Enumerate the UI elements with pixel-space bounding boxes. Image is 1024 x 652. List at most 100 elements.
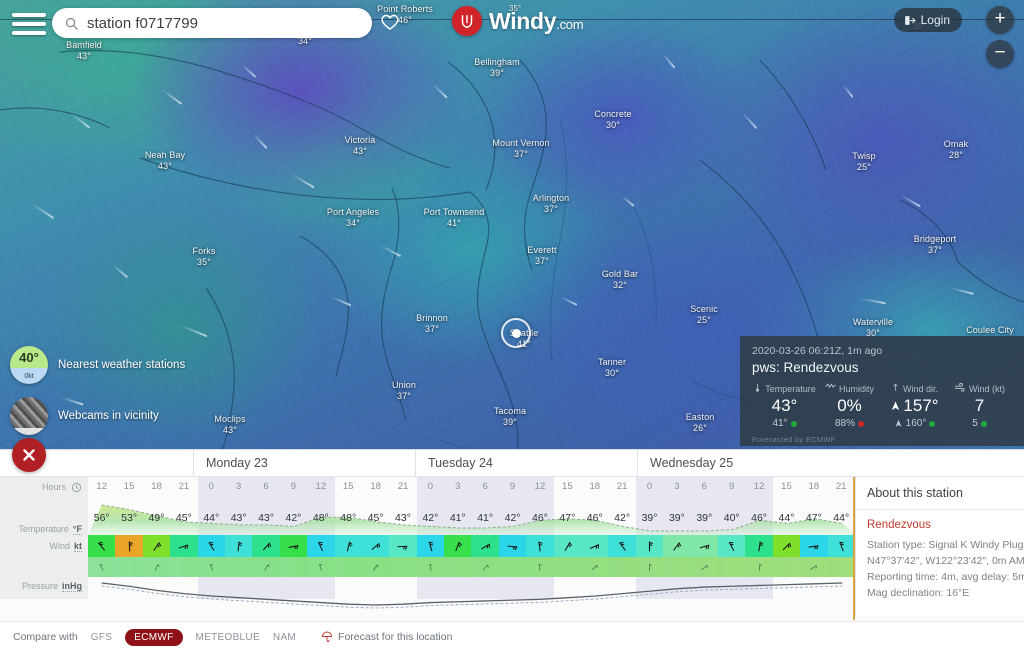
city-temp: 32° [613, 280, 627, 290]
menu-button[interactable] [12, 10, 46, 38]
city-name: Brinnon [416, 313, 448, 323]
day-tab[interactable]: Monday 23 [193, 450, 415, 477]
hour-cell[interactable]: 18 [362, 477, 389, 497]
wind-barb-icon [428, 541, 433, 551]
metric-sub-value: 5 [972, 418, 978, 429]
wind-gust-cell [635, 557, 664, 577]
temperature-cell: 42° [504, 512, 521, 524]
clock-icon [71, 482, 82, 492]
hour-cell[interactable]: 18 [800, 477, 827, 497]
wind-gust-cell [690, 557, 718, 577]
wind-gust-cell [608, 557, 636, 577]
hour-cell[interactable]: 15 [554, 477, 581, 497]
wind-gust-barb-icon [701, 564, 708, 570]
wind-barb-icon [318, 541, 324, 551]
wind-barb-icon [153, 541, 162, 551]
hours-label: Hours [41, 482, 66, 492]
model-option-ecmwf[interactable]: ECMWF [125, 628, 183, 646]
city-label: Tacoma 39° [494, 406, 526, 428]
model-option-nam[interactable]: NAM [273, 632, 296, 643]
wind-barb-icon [618, 541, 626, 551]
city-name: Bridgeport [913, 234, 957, 244]
day-tab[interactable]: Tuesday 24 [415, 450, 637, 477]
about-station-name: Rendezvous [867, 519, 931, 531]
forecast-track[interactable]: 56° 53° 49° 45° 44° 43° 43° 42° 48° 48° 45° 43° 42° 4… [88, 477, 855, 620]
webcam-thumbnail-icon [10, 397, 48, 435]
station-metrics: Temperature 43° 41° Humidity 0% 88% Wind dir. 1… [752, 382, 1012, 429]
zoom-out-button[interactable]: − [986, 40, 1014, 68]
city-temp: 37° [928, 245, 942, 255]
temperature-cell: 46° [532, 512, 548, 524]
hour-cell[interactable]: 12 [526, 477, 553, 497]
city-temp: 37° [514, 149, 528, 159]
login-button[interactable]: Login [893, 8, 962, 32]
hour-cell[interactable]: 9 [499, 477, 526, 497]
pressure-chart [101, 582, 843, 609]
hour-cell[interactable]: 0 [417, 477, 444, 497]
city-temp: 39° [503, 417, 517, 427]
hour-cell[interactable]: 18 [143, 477, 170, 497]
hour-cell[interactable]: 0 [198, 477, 225, 497]
hour-cell[interactable]: 21 [608, 477, 635, 497]
hour-cell[interactable]: 9 [718, 477, 745, 497]
temperature-cell: 44° [203, 512, 220, 524]
nearest-weather-stations-widget[interactable]: 40° 0kt Nearest weather stations [10, 346, 190, 384]
wind-barb-icon [371, 542, 381, 550]
hour-cell[interactable]: 6 [691, 477, 718, 497]
about-line: Reporting time: 4m, avg delay: 5m [867, 571, 1024, 583]
wind-barb-cell [608, 535, 636, 557]
hour-cell[interactable]: 12 [307, 477, 334, 497]
temperature-cell: 42° [422, 512, 439, 524]
hour-cell[interactable]: 18 [581, 477, 608, 497]
wind-gust-cell [389, 557, 417, 577]
station-metric-humidity: Humidity 0% 88% [817, 382, 882, 429]
forecast-link[interactable]: Forecast for this location [321, 631, 452, 643]
hour-cell[interactable]: 15 [335, 477, 362, 497]
temperature-cell: 45° [367, 512, 384, 524]
city-label: Scenic 25° [690, 304, 718, 326]
model-option-meteoblue[interactable]: METEOBLUE [196, 632, 260, 643]
zoom-controls: + − [986, 6, 1014, 74]
brand-suffix: .com [556, 16, 584, 32]
search-bar[interactable] [52, 8, 372, 38]
hour-cell[interactable]: 21 [170, 477, 197, 497]
station-popup: 2020-03-26 06:21Z, 1m ago pws: Rendezvou… [740, 336, 1024, 446]
wind-gust-cell [745, 557, 773, 577]
day-tab[interactable]: Wednesday 25 [637, 450, 855, 477]
pressure-line [101, 582, 843, 606]
city-label: Forks 35° [193, 246, 216, 268]
hour-cell[interactable]: 3 [225, 477, 252, 497]
hour-cell[interactable]: 6 [471, 477, 498, 497]
hour-cell[interactable]: 3 [663, 477, 690, 497]
webcams-widget[interactable]: Webcams in vicinity [10, 397, 190, 435]
selected-station-dot[interactable] [512, 329, 521, 338]
heart-icon[interactable] [380, 12, 400, 32]
zoom-in-button[interactable]: + [986, 6, 1014, 34]
hours-label-cell: Hours [0, 477, 88, 497]
city-name: Union [391, 380, 417, 390]
close-button[interactable] [12, 438, 46, 472]
model-option-gfs[interactable]: GFS [91, 632, 112, 643]
hour-cell[interactable]: 12 [745, 477, 772, 497]
forecast-footer: Compare with GFS ECMWF METEOBLUE NAM Foreca… [0, 621, 1024, 652]
wind-gust-cell [581, 557, 609, 577]
city-label: Omak 28° [944, 139, 968, 161]
hour-cell[interactable]: 3 [444, 477, 471, 497]
search-input[interactable] [87, 14, 360, 32]
wind-barb-cell [361, 535, 390, 557]
hour-cell[interactable]: 0 [636, 477, 663, 497]
hour-cell[interactable]: 6 [252, 477, 279, 497]
station-name: pws: Rendezvous [752, 360, 859, 375]
hours-row[interactable]: 12 15 18 21 0 3 6 9 12 15 18 21 0 3 6 9 12 15 18 21 0 3 6 9 12 15… [88, 477, 855, 497]
city-label: Gold Bar 32° [602, 269, 638, 291]
hour-cell[interactable]: 12 [88, 477, 115, 497]
hour-cell[interactable]: 21 [389, 477, 416, 497]
login-label: Login [920, 13, 950, 27]
hour-cell[interactable]: 21 [828, 477, 855, 497]
hour-cell[interactable]: 15 [115, 477, 142, 497]
hour-cell[interactable]: 15 [773, 477, 800, 497]
pressure-row-label: Pressure inHg [21, 581, 82, 592]
hour-cell[interactable]: 9 [280, 477, 307, 497]
windy-brand[interactable]: Windy.com [452, 6, 584, 36]
city-name: Easton [685, 412, 715, 422]
